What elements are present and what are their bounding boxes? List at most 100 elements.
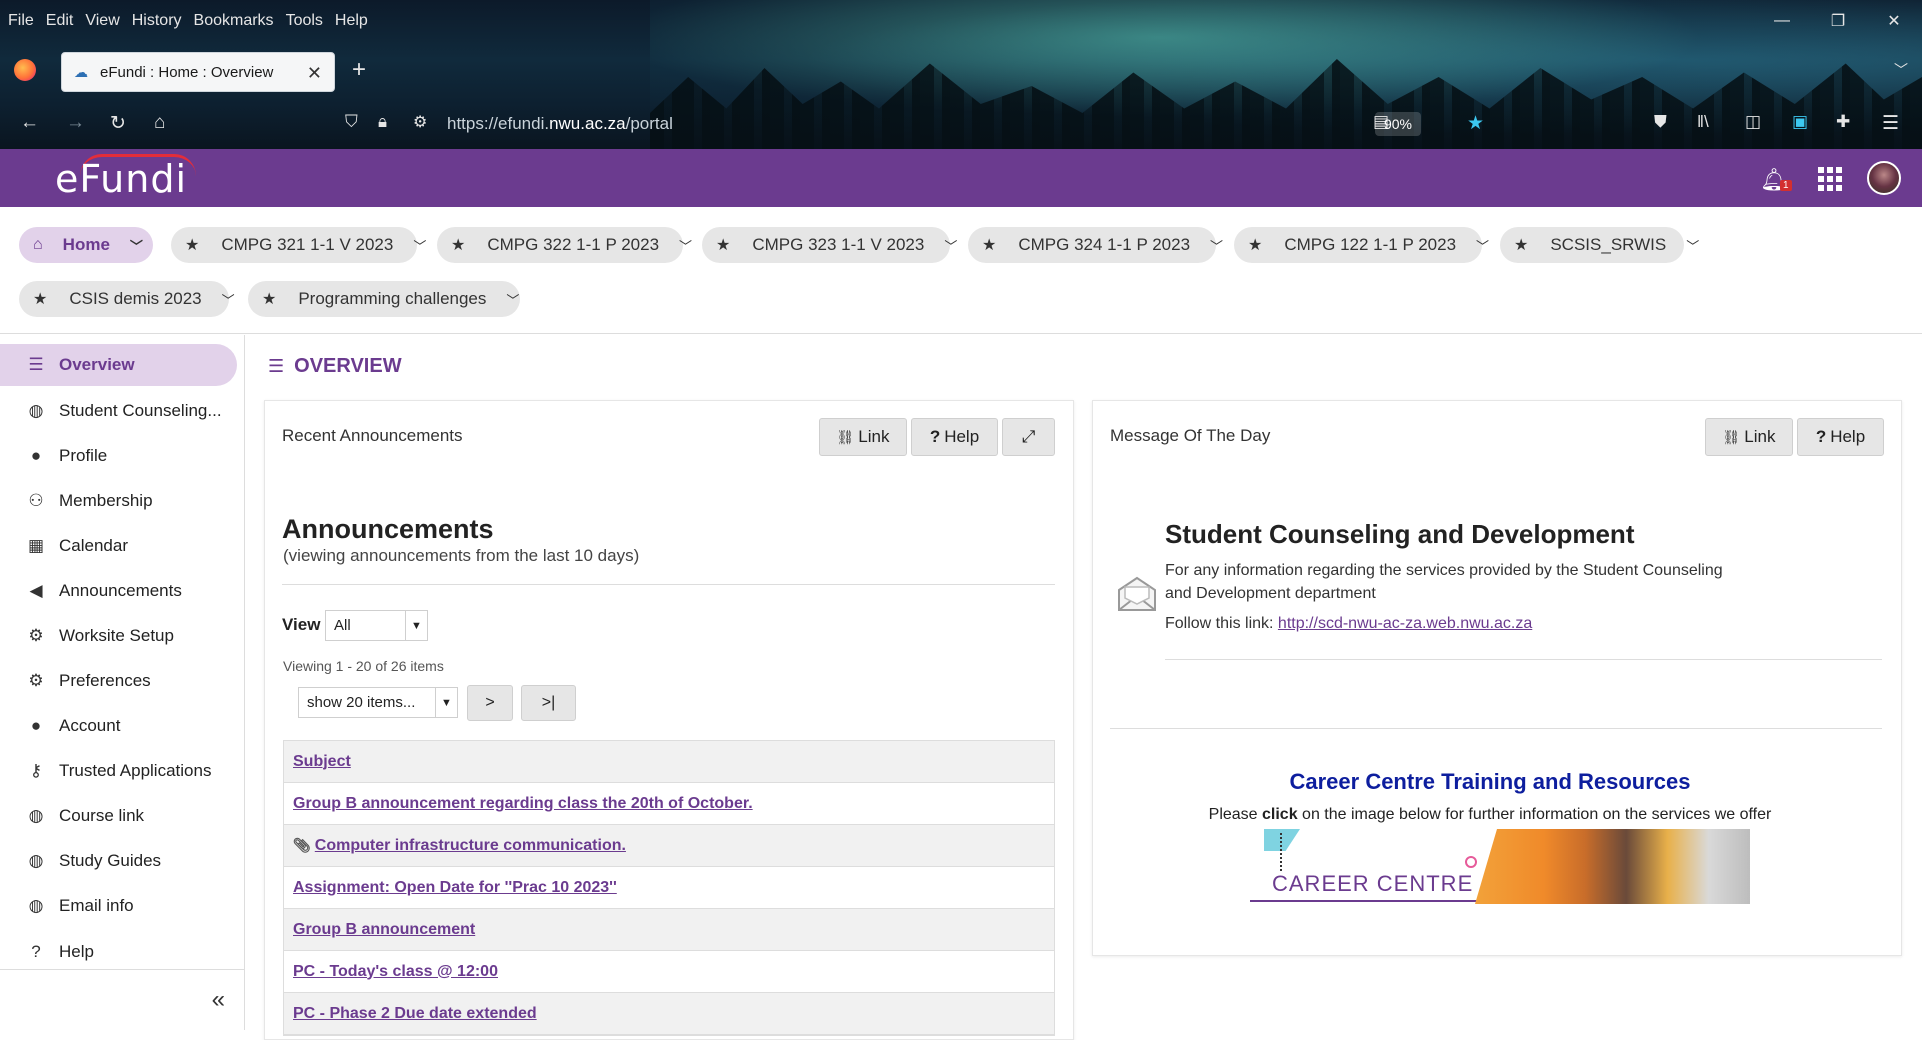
career-text: Please click on the image below for furt… xyxy=(1110,806,1870,824)
site-tab-cmpg322[interactable]: ★ CMPG 322 1-1 P 2023 ﹀ xyxy=(437,227,692,263)
star-icon[interactable]: ★ xyxy=(1248,235,1262,255)
pocket-icon[interactable]: ⛊ xyxy=(1654,112,1667,132)
url-bar[interactable]: https://efundi.nwu.ac.za/portal xyxy=(447,114,673,134)
efundi-logo[interactable]: eFundi xyxy=(55,157,187,201)
site-tab-cmpg122[interactable]: ★ CMPG 122 1-1 P 2023 ﹀ xyxy=(1234,227,1489,263)
sidebar-toggle-icon[interactable]: ◫ xyxy=(1745,112,1761,132)
sidebar-item-account[interactable]: ● Account xyxy=(0,705,237,747)
page-size-select[interactable]: show 20 items... ▼ xyxy=(298,687,458,718)
chevron-down-icon[interactable]: ﹀ xyxy=(679,236,692,255)
scd-link[interactable]: http://scd-nwu-ac-za.web.nwu.ac.za xyxy=(1278,615,1532,632)
star-icon[interactable]: ★ xyxy=(262,289,276,309)
restore-icon[interactable]: ❐ xyxy=(1810,6,1866,36)
extensions-icon[interactable]: ✚ xyxy=(1836,112,1850,132)
chevron-down-icon[interactable]: ﹀ xyxy=(413,236,426,255)
sidebar-item-study-guides[interactable]: ◍ Study Guides xyxy=(0,840,237,882)
sidebar-item-preferences[interactable]: ⚙ Preferences xyxy=(0,660,237,702)
last-page-button[interactable]: >| xyxy=(521,685,576,721)
list-tabs-icon[interactable]: ﹀ xyxy=(1894,60,1908,80)
sidebar-item-membership[interactable]: ⚇ Membership xyxy=(0,480,237,522)
window-controls: — ❐ ✕ xyxy=(1754,6,1922,36)
zoom-level[interactable]: 90% xyxy=(1375,112,1421,136)
sidebar-item-course-link[interactable]: ◍ Course link xyxy=(0,795,237,837)
chevron-down-icon[interactable]: ﹀ xyxy=(222,290,235,309)
link-button[interactable]: ⛓ Link xyxy=(1705,418,1793,456)
sidebar-item-announcements[interactable]: ◀ Announcements xyxy=(0,570,237,612)
menu-tools[interactable]: Tools xyxy=(280,12,329,30)
lock-icon[interactable]: 🔒︎ xyxy=(378,112,387,132)
menu-bookmarks[interactable]: Bookmarks xyxy=(188,12,280,30)
menu-history[interactable]: History xyxy=(126,12,188,30)
back-icon[interactable]: ← xyxy=(20,112,39,134)
apps-grid-icon[interactable] xyxy=(1818,167,1842,191)
link-button[interactable]: ⛓ Link xyxy=(819,418,907,456)
view-select[interactable]: All ▼ xyxy=(325,610,428,641)
star-icon[interactable]: ★ xyxy=(1514,235,1528,255)
close-tab-icon[interactable]: ✕ xyxy=(307,63,322,84)
star-icon[interactable]: ★ xyxy=(451,235,465,255)
sidebar-item-profile[interactable]: ● Profile xyxy=(0,435,237,477)
star-icon[interactable]: ★ xyxy=(982,235,996,255)
announcement-link[interactable]: PC - Today's class @ 12:00 xyxy=(293,963,498,981)
help-button[interactable]: ? Help xyxy=(911,418,998,456)
next-page-button[interactable]: > xyxy=(467,685,513,721)
site-tab-scsis[interactable]: ★ SCSIS_SRWIS ﹀ xyxy=(1500,227,1699,263)
site-tab-cmpg323[interactable]: ★ CMPG 323 1-1 V 2023 ﹀ xyxy=(702,227,957,263)
extension-icon[interactable]: ▣ xyxy=(1792,112,1808,132)
career-centre-banner[interactable]: CAREER CENTRE xyxy=(1250,829,1750,904)
menu-help[interactable]: Help xyxy=(329,12,374,30)
sort-subject-link[interactable]: Subject xyxy=(293,753,351,771)
reload-icon[interactable]: ↻ xyxy=(110,112,126,135)
chevron-down-icon[interactable]: ﹀ xyxy=(506,290,519,309)
link-button-label: Link xyxy=(1744,427,1776,446)
home-icon[interactable]: ⌂ xyxy=(154,112,165,134)
bookmark-star-icon[interactable]: ★ xyxy=(1467,112,1484,135)
sidebar-item-worksite-setup[interactable]: ⚙ Worksite Setup xyxy=(0,615,237,657)
site-tab-cmpg324[interactable]: ★ CMPG 324 1-1 P 2023 ﹀ xyxy=(968,227,1223,263)
chevron-down-icon[interactable]: ﹀ xyxy=(130,236,143,255)
close-window-icon[interactable]: ✕ xyxy=(1866,6,1922,36)
site-tab-home[interactable]: ⌂ Home ﹀ xyxy=(19,227,153,263)
announcement-link[interactable]: Group B announcement xyxy=(293,921,475,939)
user-avatar[interactable] xyxy=(1867,161,1901,195)
star-icon[interactable]: ★ xyxy=(33,289,47,309)
tracking-shield-icon[interactable]: ⛉ xyxy=(345,112,358,132)
menu-view[interactable]: View xyxy=(79,12,125,30)
sidebar-item-overview[interactable]: ☰ Overview xyxy=(0,344,237,386)
chevron-down-icon[interactable]: ﹀ xyxy=(1476,236,1489,255)
announcement-link[interactable]: Computer infrastructure communication. xyxy=(315,837,626,855)
help-button-label: Help xyxy=(1830,427,1866,446)
site-tab-cmpg321[interactable]: ★ CMPG 321 1-1 V 2023 ﹀ xyxy=(171,227,426,263)
announcement-link[interactable]: Group B announcement regarding class the… xyxy=(293,795,753,813)
site-tab-csis-demis[interactable]: ★ CSIS demis 2023 ﹀ xyxy=(19,281,235,317)
new-tab-icon[interactable]: + xyxy=(352,56,366,84)
sidebar-item-trusted-applications[interactable]: ⚷ Trusted Applications xyxy=(0,750,237,792)
career-text-post: on the image below for further informati… xyxy=(1297,806,1772,823)
firefox-icon[interactable] xyxy=(14,59,36,81)
app-menu-icon[interactable]: ☰ xyxy=(1882,112,1899,135)
browser-tab-active[interactable]: ☁ eFundi : Home : Overview ✕ xyxy=(61,52,335,92)
site-tab-programming-challenges[interactable]: ★ Programming challenges ﹀ xyxy=(248,281,520,317)
star-icon[interactable]: ★ xyxy=(185,235,199,255)
announcement-link[interactable]: Assignment: Open Date for ''Prac 10 2023… xyxy=(293,879,617,897)
library-icon[interactable]: ‖\ xyxy=(1697,112,1709,132)
chevron-down-icon[interactable]: ﹀ xyxy=(1210,236,1223,255)
menu-file[interactable]: File xyxy=(0,12,40,30)
sidebar-item-help[interactable]: ? Help xyxy=(0,931,237,973)
globe-icon: ◍ xyxy=(28,851,44,870)
sidebar-item-student-counseling[interactable]: ◍ Student Counseling... xyxy=(0,390,237,432)
sidebar-item-email-info[interactable]: ◍ Email info xyxy=(0,885,237,927)
chevron-down-icon[interactable]: ﹀ xyxy=(1686,236,1699,255)
sidebar-item-label: Student Counseling... xyxy=(59,401,222,420)
star-icon[interactable]: ★ xyxy=(716,235,730,255)
announcement-link[interactable]: PC - Phase 2 Due date extended xyxy=(293,1005,537,1023)
permissions-icon[interactable]: ⚙ xyxy=(413,112,427,132)
help-button[interactable]: ? Help xyxy=(1797,418,1884,456)
collapse-sidebar-icon[interactable]: « xyxy=(212,986,225,1014)
maximize-button[interactable]: ⤢ xyxy=(1002,418,1055,456)
sidebar-item-calendar[interactable]: ▦ Calendar xyxy=(0,525,237,567)
forward-icon[interactable]: → xyxy=(66,112,85,134)
minimize-icon[interactable]: — xyxy=(1754,6,1810,36)
menu-edit[interactable]: Edit xyxy=(40,12,80,30)
chevron-down-icon[interactable]: ﹀ xyxy=(944,236,957,255)
